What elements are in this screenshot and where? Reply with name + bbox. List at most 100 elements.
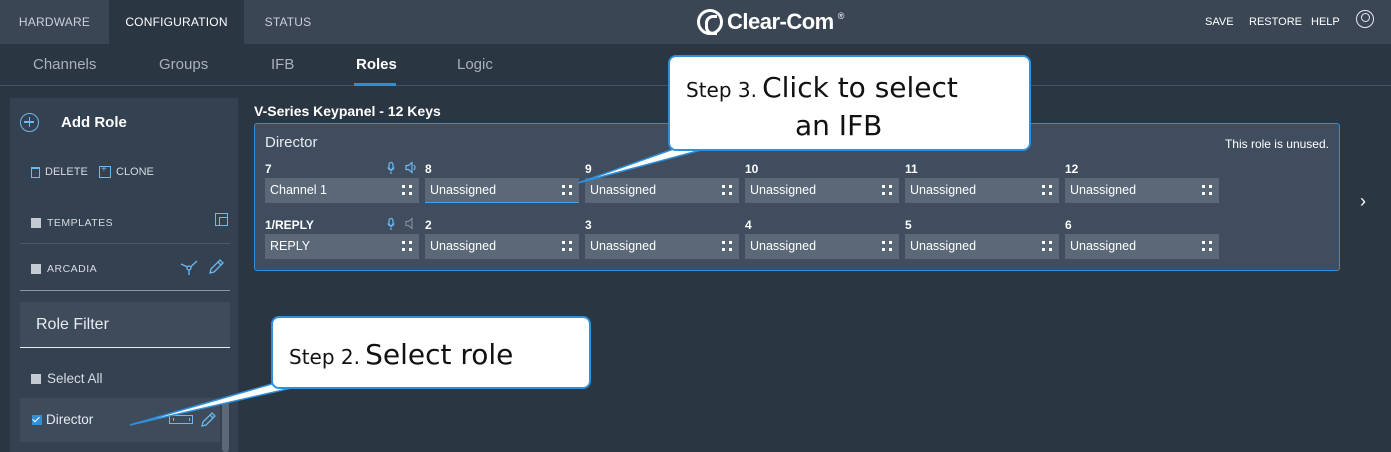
tab-logic[interactable]: Logic	[457, 56, 493, 73]
delete-button[interactable]: DELETE	[31, 166, 88, 178]
microphone-icon[interactable]	[387, 162, 395, 174]
drag-handle-icon[interactable]	[882, 185, 892, 195]
trash-icon	[31, 166, 40, 178]
panel-title: V-Series Keypanel - 12 Keys	[254, 103, 441, 119]
drag-handle-icon[interactable]	[882, 241, 892, 251]
key-value: REPLY	[270, 239, 311, 253]
key-assignment-8[interactable]: Unassigned	[425, 178, 579, 203]
key-assignment-7[interactable]: Channel 1	[265, 178, 419, 203]
sidebar-divider	[20, 243, 230, 244]
key-value: Unassigned	[1070, 183, 1137, 197]
drag-handle-icon[interactable]	[562, 241, 572, 251]
arcadia-checkbox[interactable]	[31, 264, 41, 274]
arcadia-label: ARCADIA	[47, 263, 98, 275]
templates-checkbox[interactable]	[31, 218, 41, 228]
key-value: Unassigned	[590, 183, 657, 197]
clone-label: CLONE	[116, 166, 154, 178]
user-icon[interactable]	[1356, 10, 1374, 28]
tab-roles[interactable]: Roles	[356, 56, 397, 73]
key-assignment-12[interactable]: Unassigned	[1065, 178, 1219, 203]
role-filter-header[interactable]: Role Filter	[20, 302, 230, 348]
drag-handle-icon[interactable]	[1202, 241, 1212, 251]
sidebar-scrollbar[interactable]	[222, 398, 229, 452]
key-label: 10	[745, 162, 759, 176]
key-label: 5	[905, 218, 912, 232]
key-assignment-2[interactable]: Unassigned	[425, 234, 579, 259]
edit-role-pencil-icon[interactable]	[199, 411, 217, 429]
share-network-icon[interactable]	[180, 259, 198, 275]
tab-configuration[interactable]: CONFIGURATION	[109, 0, 244, 44]
key-label: 4	[745, 218, 752, 232]
tab-channels[interactable]: Channels	[33, 56, 96, 73]
help-button[interactable]: HELP	[1311, 0, 1340, 44]
drag-handle-icon[interactable]	[402, 241, 412, 251]
delete-label: DELETE	[45, 166, 88, 178]
templates-icon[interactable]	[215, 213, 228, 226]
next-page-chevron-icon[interactable]: ›	[1360, 192, 1372, 210]
director-label: Director	[46, 412, 94, 427]
plus-circle-icon	[20, 112, 39, 132]
key-value: Unassigned	[750, 183, 817, 197]
tab-hardware[interactable]: HARDWARE	[0, 0, 109, 44]
clear-com-logo: Clear-Com ®	[697, 8, 844, 36]
key-assignment-11[interactable]: Unassigned	[905, 178, 1059, 203]
drag-handle-icon[interactable]	[1042, 185, 1052, 195]
select-all-checkbox[interactable]	[31, 373, 41, 384]
select-all-label: Select All	[47, 371, 103, 386]
role-name: Director	[265, 134, 318, 151]
key-assignment-3[interactable]: Unassigned	[585, 234, 739, 259]
key-assignment-10[interactable]: Unassigned	[745, 178, 899, 203]
drag-handle-icon[interactable]	[1042, 241, 1052, 251]
key-assignment-9[interactable]: Unassigned	[585, 178, 739, 203]
role-filter-label: Role Filter	[36, 316, 109, 333]
key-label: 11	[905, 162, 918, 176]
clone-button[interactable]: CLONE	[99, 164, 154, 178]
key-label: 2	[425, 218, 432, 232]
restore-button[interactable]: RESTORE	[1249, 0, 1302, 44]
key-value: Unassigned	[910, 239, 977, 253]
step3-line1: Click to select	[762, 71, 958, 104]
step3-callout: Step 3. Click to select an IFB	[668, 55, 1031, 151]
drag-handle-icon[interactable]	[722, 185, 732, 195]
sidebar-item-director[interactable]: Director	[20, 398, 220, 442]
tab-groups[interactable]: Groups	[159, 56, 208, 73]
templates-toggle[interactable]: TEMPLATES	[31, 217, 113, 229]
arcadia-toggle[interactable]: ARCADIA	[31, 263, 97, 275]
drag-handle-icon[interactable]	[562, 185, 572, 195]
key-assignment-4[interactable]: Unassigned	[745, 234, 899, 259]
beltpack-device-icon	[169, 415, 193, 424]
key-assignment-6[interactable]: Unassigned	[1065, 234, 1219, 259]
brand-registered: ®	[837, 11, 845, 21]
key-assignment-1-reply[interactable]: REPLY	[265, 234, 419, 259]
step2-text: Select role	[365, 338, 514, 371]
key-value: Unassigned	[1070, 239, 1137, 253]
sidebar-divider	[20, 290, 230, 291]
drag-handle-icon[interactable]	[1202, 185, 1212, 195]
drag-handle-icon[interactable]	[722, 241, 732, 251]
save-button[interactable]: SAVE	[1205, 0, 1234, 44]
key-value: Unassigned	[750, 239, 817, 253]
speaker-icon[interactable]	[405, 161, 418, 174]
drag-handle-icon[interactable]	[402, 185, 412, 195]
step3-line2: an IFB	[795, 109, 883, 142]
step2-prefix: Step 2.	[289, 345, 360, 369]
key-label: 7	[265, 162, 272, 176]
tab-ifb[interactable]: IFB	[271, 56, 294, 73]
key-label: 1/REPLY	[265, 218, 314, 232]
templates-label: TEMPLATES	[47, 217, 114, 229]
role-status: This role is unused.	[1224, 137, 1329, 151]
speaker-muted-icon[interactable]	[405, 217, 418, 230]
key-label: 3	[585, 218, 592, 232]
key-label: 6	[1065, 218, 1072, 232]
step3-prefix: Step 3.	[686, 78, 757, 102]
add-role-button[interactable]: Add Role	[20, 112, 127, 132]
edit-arcadia-pencil-icon[interactable]	[207, 258, 225, 276]
tab-status[interactable]: STATUS	[244, 0, 332, 44]
active-tab-indicator	[354, 83, 396, 86]
step2-callout: Step 2. Select role	[271, 316, 591, 389]
key-assignment-5[interactable]: Unassigned	[905, 234, 1059, 259]
key-value: Channel 1	[270, 183, 327, 197]
director-checkbox[interactable]	[32, 415, 42, 425]
microphone-icon[interactable]	[387, 218, 395, 230]
select-all-toggle[interactable]: Select All	[31, 371, 103, 386]
